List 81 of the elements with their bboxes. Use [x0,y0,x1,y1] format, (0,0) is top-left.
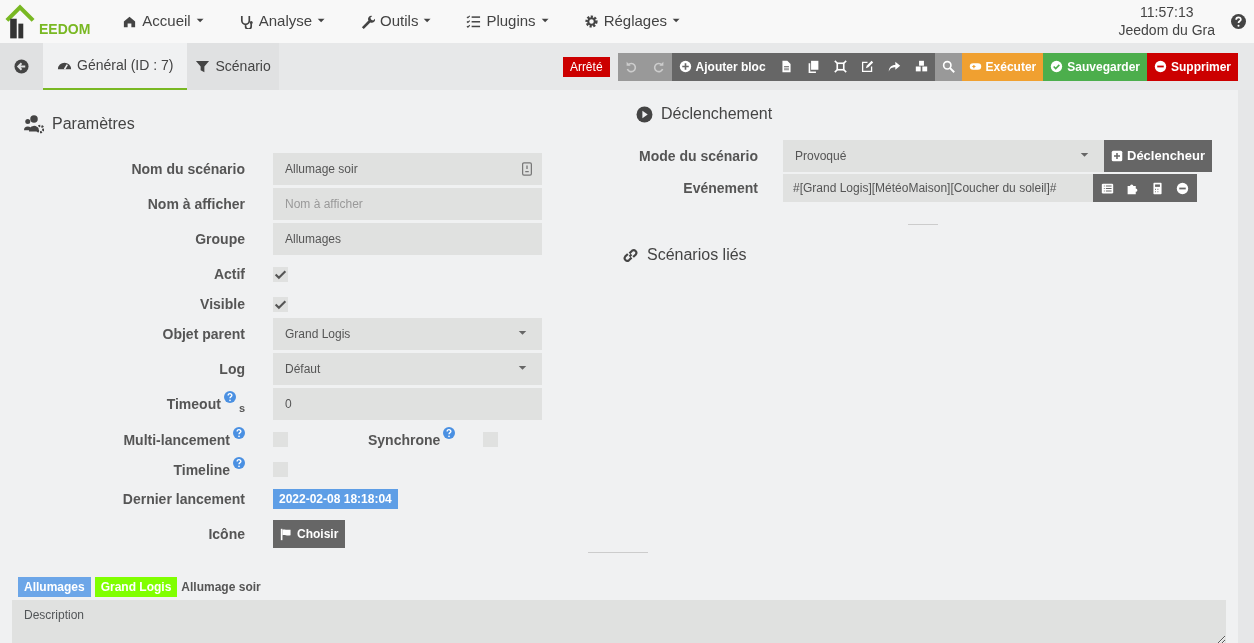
filter-icon [195,59,211,74]
tab[interactable]: Général (ID : 7) [43,43,188,90]
field-label: Mode du scénario [637,146,758,166]
tag-label: Grand Logis [94,577,178,597]
back-icon [14,59,29,74]
id-card-icon [520,162,534,176]
field-label: Evénement [682,178,758,198]
checkbox[interactable] [273,266,288,282]
field-label: Visible [200,295,245,312]
menu-dropdown[interactable]: Accueil [122,10,207,33]
event-field[interactable]: #[Grand Logis][MétéoMaison][Coucher du soleil]# [783,174,1093,202]
users-gear-icon [24,114,44,134]
site-name: Jeedom du Gra [1118,21,1215,39]
document-icon [779,60,793,73]
plus-square-icon [1111,150,1123,162]
check-circle-icon [1050,60,1064,73]
unit-label: s [238,402,245,415]
back-button[interactable] [0,43,43,90]
field-label: Objet parent [162,325,245,342]
search-icon [941,60,955,73]
checkbox[interactable] [273,296,288,312]
gear-icon [583,14,599,29]
toolbar-button[interactable]: Ajouter bloc [671,52,773,81]
field-label: Synchrone [368,431,441,448]
plus-circle-icon [678,60,692,73]
field-label: Nom du scénario [131,160,245,177]
checklist-icon [466,14,482,29]
minus-circle-icon[interactable] [1176,181,1189,195]
flag-icon [280,527,293,541]
tag-label: Allumages [18,577,91,597]
select-dropdown[interactable]: Grand Logis [273,318,542,350]
field-label: Multi-lancement [123,431,230,448]
play-circle-icon [636,105,653,123]
link-icon [622,246,639,264]
text-field[interactable]: Allumage soir [273,153,542,185]
field-label: Dernier lancement [122,490,245,507]
menu-dropdown[interactable]: Plugins [466,10,552,33]
status-badge: Arrêté [562,56,610,77]
clock-time: 11:57:13 [1140,4,1194,22]
field-label: Timeline [173,461,230,478]
list-icon[interactable] [1101,181,1114,195]
menu-dropdown[interactable]: Réglages [583,10,683,33]
gamepad-icon [968,60,982,73]
stethoscope-icon [238,14,254,29]
section-title: Paramètres [52,114,135,134]
redo-icon [651,60,665,73]
date-badge: 2022-02-08 18:18:04 [273,489,398,509]
wrench-icon [360,14,376,29]
field-label: Actif [213,265,245,282]
menu-dropdown[interactable]: Outils [360,10,435,33]
field-label: Icône [208,525,245,542]
select-dropdown[interactable]: Défaut [273,353,542,385]
toolbar-icon-button[interactable] [907,52,935,81]
scenario-name: Allumage soir [181,579,261,596]
edit-icon [860,60,874,73]
field-label: Nom à afficher [147,195,245,212]
cubes-icon [914,60,928,73]
calculator-icon[interactable] [1151,181,1164,195]
field-label: Groupe [195,230,245,247]
description-field[interactable]: Description [12,600,1226,643]
section-title: Scénarios liés [647,245,747,265]
choose-button[interactable]: Choisir [273,520,346,548]
share-arrow-icon [887,60,901,73]
section-title: Déclenchement [661,104,773,124]
expand-icon [833,60,847,73]
help-icon[interactable] [1231,14,1246,29]
menu-dropdown[interactable]: Analyse [238,10,329,33]
select-dropdown[interactable]: Provoqué [783,140,1104,172]
add-trigger-button[interactable]: Déclencheur [1104,140,1213,172]
tab[interactable]: Scénario [187,43,279,90]
field-label: Log [219,360,245,377]
toolbar-icon-button[interactable] [934,52,962,81]
text-field[interactable]: 0 [273,388,542,420]
text-field[interactable]: Nom à afficher [273,188,542,220]
undo-icon [624,60,638,73]
text-field[interactable]: Allumages [273,223,542,255]
toolbar-button[interactable]: Supprimer [1147,52,1238,81]
house-icon [122,14,138,29]
copy-icon [806,60,820,73]
field-label: Timeout [166,395,221,412]
minus-circle-icon [1154,60,1167,73]
